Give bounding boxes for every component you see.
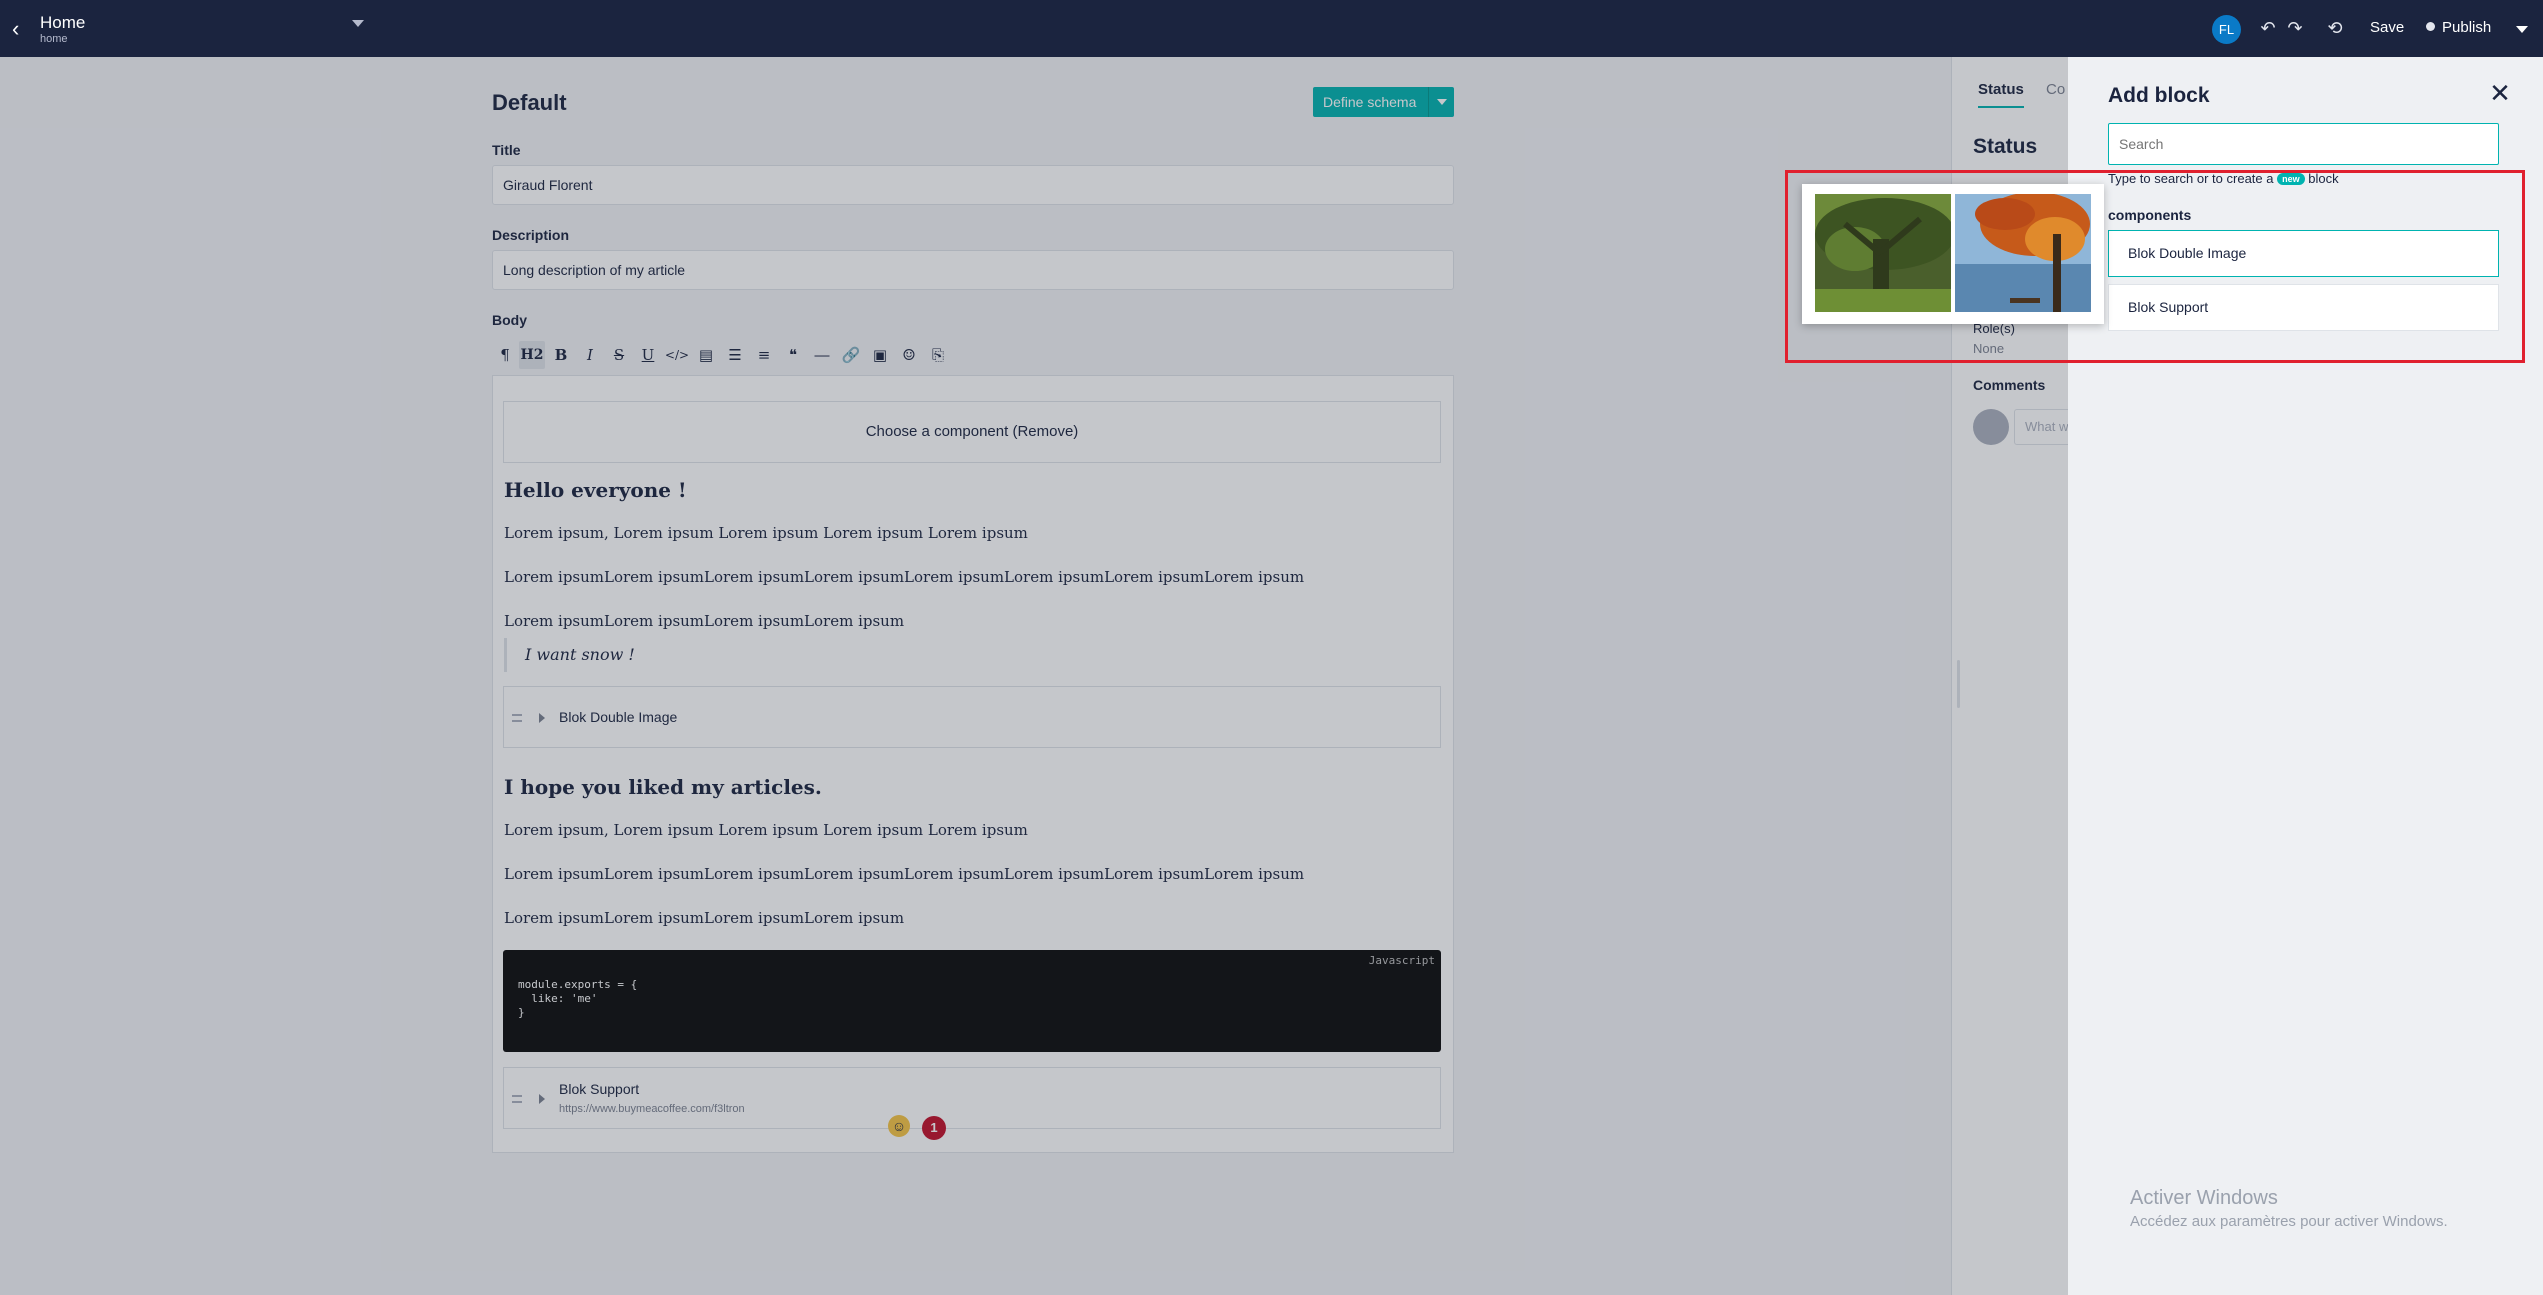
component-item-blok-double-image[interactable]: Blok Double Image [2108, 230, 2499, 277]
windows-watermark-title: Activer Windows [2130, 1187, 2278, 1209]
story-title: Home [40, 13, 86, 32]
component-preview [1802, 184, 2104, 324]
story-slug: home [40, 33, 68, 45]
add-block-title: Add block [2108, 84, 2210, 107]
hint-text-after: block [2308, 171, 2339, 186]
publish-dropdown-icon[interactable] [2516, 26, 2528, 33]
windows-watermark-text: Accédez aux paramètres pour activer Wind… [2130, 1213, 2448, 1230]
search-hint: Type to search or to create a new block [2108, 171, 2339, 186]
tree-image-2 [1955, 194, 2091, 312]
chevron-down-icon[interactable] [352, 20, 364, 27]
close-icon[interactable]: ✕ [2488, 80, 2512, 106]
status-dot-icon [2426, 22, 2435, 31]
breadcrumb[interactable]: Home home [40, 13, 85, 45]
new-badge: new [2277, 173, 2305, 185]
undo-icon[interactable]: ↶ [2257, 16, 2279, 40]
publish-button[interactable]: Publish [2426, 19, 2491, 36]
publish-label: Publish [2442, 19, 2492, 36]
save-button[interactable]: Save [2370, 19, 2404, 36]
hint-text: Type to search or to create a [2108, 171, 2274, 186]
redo-icon[interactable]: ↷ [2284, 16, 2306, 40]
component-item-blok-support[interactable]: Blok Support [2108, 284, 2499, 331]
back-arrow-icon[interactable]: ‹ [12, 18, 28, 40]
search-input[interactable] [2108, 123, 2499, 165]
top-bar: ‹ Home home FL ↶ ↷ ⟲ Save Publish [0, 0, 2543, 57]
components-heading: components [2108, 207, 2192, 223]
modal-overlay[interactable] [0, 57, 2068, 1295]
tree-image-1 [1815, 194, 1951, 312]
avatar[interactable]: FL [2212, 15, 2241, 44]
add-block-panel: Add block ✕ Type to search or to create … [2068, 57, 2543, 1295]
history-icon[interactable]: ⟲ [2324, 16, 2346, 40]
